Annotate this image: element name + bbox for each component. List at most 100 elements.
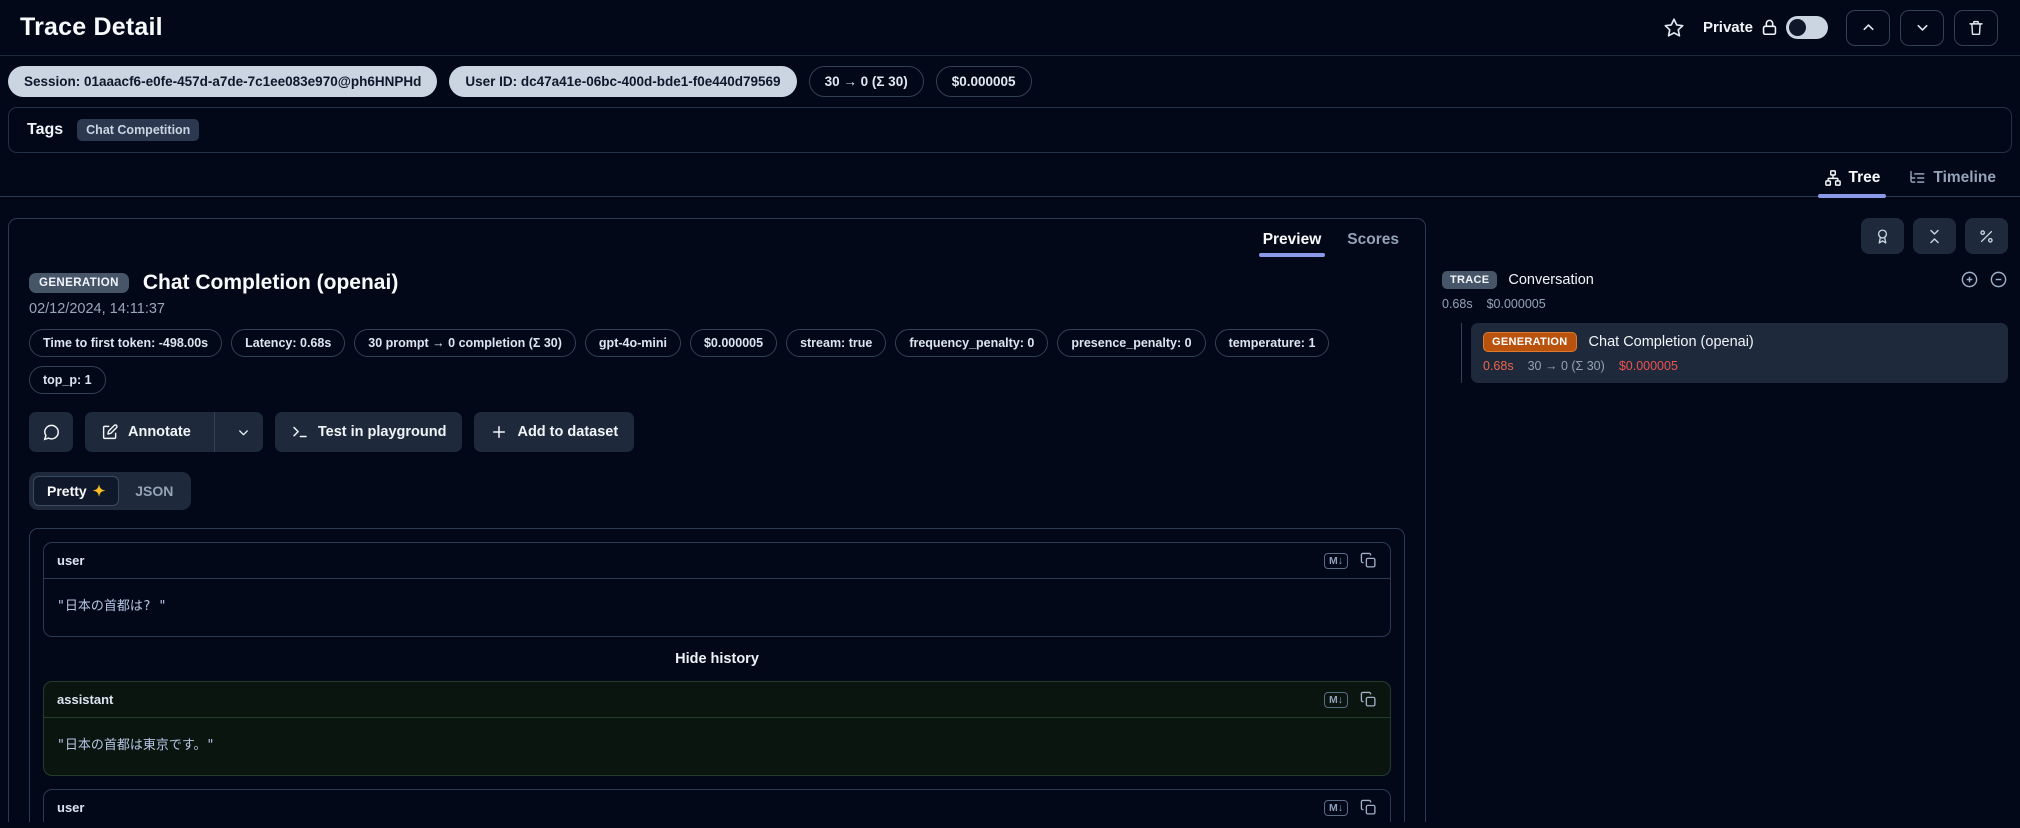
tab-timeline[interactable]: Timeline xyxy=(1908,169,1996,196)
messages-container: user M↓ "日本の首都は? " Hide history assistan… xyxy=(29,528,1405,822)
session-chip[interactable]: Session: 01aaacf6-e0fe-457d-a7de-7c1ee08… xyxy=(8,66,438,97)
node-header: GENERATION Chat Completion (openai) xyxy=(1483,332,1996,352)
total-cost-chip: $0.000005 xyxy=(935,66,1032,97)
add-to-dataset-label: Add to dataset xyxy=(517,424,619,440)
node-latency: 0.68s xyxy=(1483,359,1514,373)
tab-tree[interactable]: Tree xyxy=(1817,169,1887,198)
trace-cost: $0.000005 xyxy=(1486,297,1546,311)
annotate-button[interactable]: Annotate xyxy=(85,412,205,452)
tree-panel-toolbar xyxy=(1442,218,2008,254)
tab-timeline-label: Timeline xyxy=(1933,169,1996,186)
meta-pill-frequency-penalty: frequency_penalty: 0 xyxy=(895,329,1049,357)
meta-pill-presence-penalty: presence_penalty: 0 xyxy=(1057,329,1206,357)
format-toggle: Pretty ✦ JSON xyxy=(29,472,192,510)
add-to-dataset-button[interactable]: Add to dataset xyxy=(474,412,635,452)
message-content: "日本の首都は? " xyxy=(57,599,167,614)
toggle-knob xyxy=(1789,19,1806,36)
next-trace-button[interactable] xyxy=(1900,9,1944,46)
collapse-all-icon[interactable] xyxy=(1913,218,1956,254)
message-role: assistant xyxy=(57,692,114,707)
privacy-label: Private xyxy=(1702,19,1753,36)
copy-icon[interactable] xyxy=(1360,691,1377,708)
comment-button[interactable] xyxy=(29,412,73,452)
copy-icon[interactable] xyxy=(1360,552,1377,569)
trace-chip-row: Session: 01aaacf6-e0fe-457d-a7de-7c1ee08… xyxy=(0,56,2020,105)
generation-node-card[interactable]: GENERATION Chat Completion (openai) 0.68… xyxy=(1471,323,2008,383)
meta-pill-top-p: top_p: 1 xyxy=(29,366,106,394)
metrics-percent-icon[interactable] xyxy=(1965,218,2008,254)
meta-pill-cost: $0.000005 xyxy=(689,329,778,357)
page-title: Trace Detail xyxy=(20,13,163,41)
trace-name: Conversation xyxy=(1508,271,1594,288)
meta-pill-tokens: 30 prompt → 0 completion (Σ 30) xyxy=(354,329,576,357)
message-role: user xyxy=(57,553,85,568)
trace-root-row[interactable]: TRACE Conversation xyxy=(1442,270,2008,289)
tab-tree-label: Tree xyxy=(1848,169,1881,186)
markdown-toggle-icon[interactable]: M↓ xyxy=(1324,691,1348,708)
message-header: user M↓ xyxy=(44,790,1390,822)
main-content: Preview Scores GENERATION Chat Completio… xyxy=(0,218,2020,822)
message-card-user-2: user M↓ "ありがとう" xyxy=(43,789,1391,822)
trace-nav-buttons xyxy=(1846,9,1998,46)
view-tabs: Tree Timeline xyxy=(0,159,2020,198)
annotate-label: Annotate xyxy=(128,424,191,440)
token-usage-chip: 30 → 0 (Σ 30) xyxy=(808,66,924,97)
message-header-icons: M↓ xyxy=(1324,799,1377,816)
node-metrics: 0.68s 30 → 0 (Σ 30) $0.000005 xyxy=(1483,359,1996,373)
observation-header: GENERATION Chat Completion (openai) xyxy=(9,257,1425,295)
message-content: "日本の首都は東京です。" xyxy=(57,738,215,753)
plus-icon xyxy=(490,423,508,441)
tag-chat-competition[interactable]: Chat Competition xyxy=(77,119,200,141)
meta-pill-ttft: Time to first token: -498.00s xyxy=(29,329,223,357)
markdown-toggle-icon[interactable]: M↓ xyxy=(1324,799,1348,816)
privacy-toggle[interactable] xyxy=(1786,16,1828,39)
sparkles-icon: ✦ xyxy=(92,483,106,500)
trace-metrics: 0.68s $0.000005 xyxy=(1442,297,2008,311)
message-header: assistant M↓ xyxy=(44,682,1390,718)
observation-preview-card: Preview Scores GENERATION Chat Completio… xyxy=(8,218,1426,822)
scores-award-icon[interactable] xyxy=(1861,218,1904,254)
tab-scores[interactable]: Scores xyxy=(1347,231,1399,257)
meta-pill-model[interactable]: gpt-4o-mini xyxy=(584,329,681,357)
header-controls: Private xyxy=(1663,9,1998,46)
user-id-chip[interactable]: User ID: dc47a41e-06bc-400d-bde1-f0e440d… xyxy=(449,66,797,97)
annotate-split-button: Annotate xyxy=(85,412,263,452)
tree-children: GENERATION Chat Completion (openai) 0.68… xyxy=(1461,323,2008,383)
expand-plus-circle-icon[interactable] xyxy=(1960,270,1979,289)
lock-icon xyxy=(1760,18,1779,37)
tree-icon xyxy=(1824,169,1842,187)
trace-tree-panel: TRACE Conversation 0.68s $0.000005 GENER… xyxy=(1442,218,2008,383)
tags-label: Tags xyxy=(27,121,64,138)
privacy-control: Private xyxy=(1703,16,1828,39)
terminal-icon xyxy=(291,423,309,441)
meta-pill-latency: Latency: 0.68s xyxy=(231,329,346,357)
markdown-toggle-icon[interactable]: M↓ xyxy=(1324,552,1348,569)
split-divider xyxy=(213,412,215,452)
delete-trace-button[interactable] xyxy=(1954,9,1998,46)
observation-meta-badges: Time to first token: -498.00s Latency: 0… xyxy=(9,317,1369,394)
bookmark-star-icon[interactable] xyxy=(1663,17,1685,39)
tags-bar: Tags Chat Competition xyxy=(8,107,2012,153)
timeline-list-icon xyxy=(1908,169,1926,187)
observation-actions: Annotate Test in playground Add to datas… xyxy=(9,394,1425,452)
message-card-user-1: user M↓ "日本の首都は? " xyxy=(43,542,1391,637)
format-json-button[interactable]: JSON xyxy=(121,476,187,506)
meta-pill-temperature: temperature: 1 xyxy=(1214,329,1330,357)
test-in-playground-button[interactable]: Test in playground xyxy=(274,412,463,452)
trace-badge: TRACE xyxy=(1442,270,1498,289)
node-generation-badge: GENERATION xyxy=(1483,332,1577,352)
meta-pill-stream: stream: true xyxy=(786,329,887,357)
hide-history-button[interactable]: Hide history xyxy=(43,637,1391,681)
annotate-dropdown-button[interactable] xyxy=(224,412,263,452)
tab-preview[interactable]: Preview xyxy=(1258,231,1325,257)
previous-trace-button[interactable] xyxy=(1846,9,1890,46)
message-card-assistant: assistant M↓ "日本の首都は東京です。" xyxy=(43,681,1391,776)
page-header: Trace Detail Private xyxy=(0,0,2020,56)
message-role: user xyxy=(57,800,85,815)
node-name: Chat Completion (openai) xyxy=(1588,334,1754,350)
copy-icon[interactable] xyxy=(1360,799,1377,816)
format-pretty-button[interactable]: Pretty ✦ xyxy=(33,476,120,506)
trace-latency: 0.68s xyxy=(1442,297,1473,311)
collapse-minus-circle-icon[interactable] xyxy=(1989,270,2008,289)
